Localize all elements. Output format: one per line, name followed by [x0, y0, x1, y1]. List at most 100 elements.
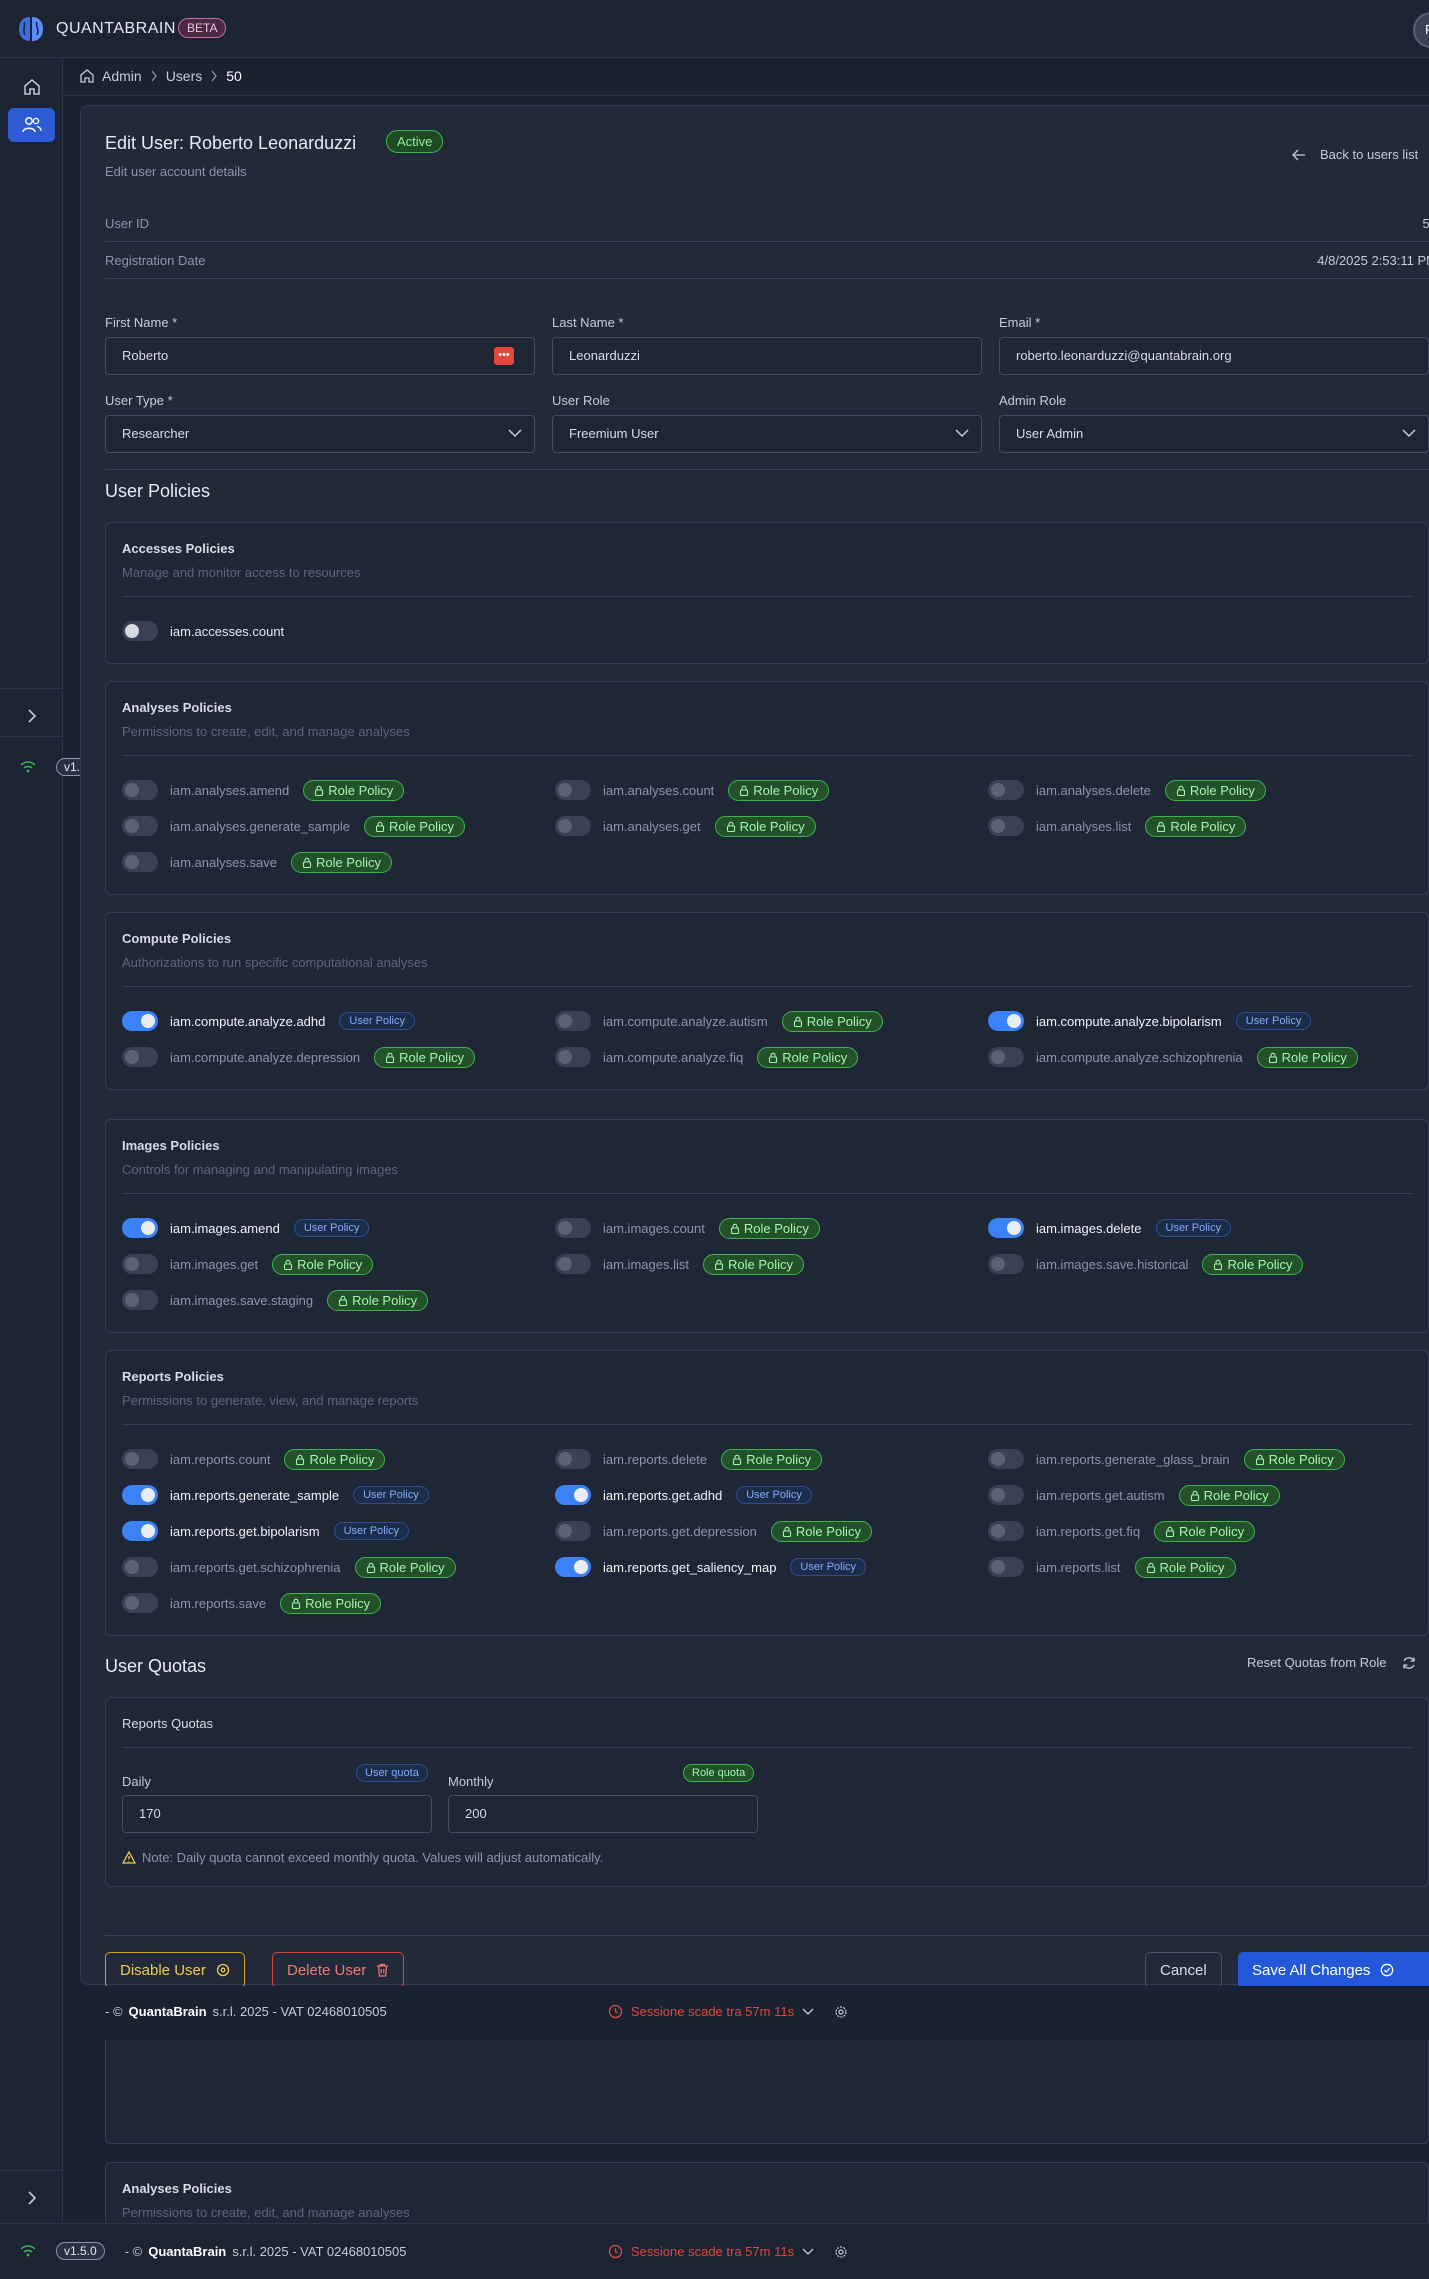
top-bar: QUANTABRAIN BETA F — [0, 0, 1429, 58]
user-avatar[interactable]: F — [1413, 12, 1429, 48]
policy-toggle[interactable] — [555, 1557, 591, 1577]
policy-toggle[interactable] — [555, 1521, 591, 1541]
users-icon — [21, 117, 42, 133]
policy-toggle[interactable] — [122, 1557, 158, 1577]
reset-quotas-button[interactable]: Reset Quotas from Role — [1247, 1655, 1416, 1670]
session-timer[interactable]: Sessione scade tra 57m 11s — [608, 2004, 848, 2019]
delete-user-label: Delete User — [287, 1961, 367, 1979]
daily-quota-input[interactable]: 170 — [122, 1795, 432, 1833]
delete-user-button[interactable]: Delete User — [272, 1952, 405, 1988]
policy-toggle[interactable] — [122, 1047, 158, 1067]
last-name-label: Last Name * — [552, 315, 624, 330]
policy-name: iam.images.get — [170, 1256, 259, 1272]
breadcrumb-users[interactable]: Users — [166, 68, 203, 84]
panel-title: Images Policies — [122, 1138, 220, 1153]
policy-toggle[interactable] — [988, 1449, 1024, 1469]
user-type-select[interactable]: Researcher — [105, 415, 535, 453]
policy-toggle[interactable] — [988, 1485, 1024, 1505]
policy-toggle[interactable] — [122, 1254, 158, 1274]
cancel-button[interactable]: Cancel — [1145, 1952, 1222, 1988]
policy-toggle[interactable] — [122, 1011, 158, 1031]
sidebar-item-home[interactable] — [8, 70, 55, 104]
monthly-quota-input[interactable]: 200 — [448, 1795, 758, 1833]
policy-toggle[interactable] — [122, 1449, 158, 1469]
lock-icon — [1157, 821, 1166, 832]
footer-copyright: - © QuantaBrain s.r.l. 2025 - VAT 024680… — [125, 2244, 407, 2259]
page-title: Edit User: Roberto Leonarduzzi — [105, 133, 357, 153]
breadcrumb-admin[interactable]: Admin — [102, 68, 142, 84]
policy-toggle[interactable] — [988, 1218, 1024, 1238]
policy-item: iam.images.delete User Policy — [988, 1216, 1232, 1240]
sidebar-item-users[interactable] — [8, 108, 55, 142]
policy-toggle[interactable] — [122, 852, 158, 872]
lock-icon — [366, 1562, 375, 1573]
policy-toggle[interactable] — [122, 816, 158, 836]
role-policy-label: Role Policy — [315, 854, 381, 870]
quota-note: Note: Daily quota cannot exceed monthly … — [122, 1850, 603, 1865]
disable-user-button[interactable]: Disable User — [105, 1952, 245, 1988]
policy-name: iam.images.amend — [170, 1220, 280, 1236]
policy-toggle[interactable] — [122, 1218, 158, 1238]
policy-toggle[interactable] — [555, 1254, 591, 1274]
policy-toggle[interactable] — [555, 780, 591, 800]
policy-name: iam.reports.get.depression — [603, 1523, 757, 1539]
panel-description: Permissions to generate, view, and manag… — [122, 1393, 419, 1408]
lock-icon — [1176, 785, 1185, 796]
policy-toggle[interactable] — [122, 1521, 158, 1541]
policy-toggle[interactable] — [122, 1290, 158, 1310]
breadcrumb: Admin Users 50 — [80, 68, 242, 84]
policy-item: iam.analyses.amend Role Policy — [122, 778, 405, 802]
policy-toggle[interactable] — [122, 621, 158, 641]
policy-toggle[interactable] — [988, 1011, 1024, 1031]
role-policy-badge: Role Policy — [354, 1556, 456, 1578]
registration-date-value: 4/8/2025 2:53:11 PM — [1317, 253, 1429, 268]
ban-icon — [216, 1963, 230, 1977]
lock-icon — [1255, 1454, 1264, 1465]
policy-item: iam.compute.analyze.fiq Role Policy — [555, 1045, 859, 1069]
settings-icon[interactable] — [834, 2005, 848, 2019]
sidebar-expand-button-bottom[interactable] — [20, 2186, 44, 2210]
policy-item: iam.reports.get.bipolarism User Policy — [122, 1519, 410, 1543]
policy-name: iam.reports.get.bipolarism — [170, 1523, 320, 1539]
sidebar — [0, 58, 63, 2279]
policy-item: iam.analyses.list Role Policy — [988, 814, 1247, 838]
admin-role-select[interactable]: User Admin — [999, 415, 1429, 453]
policy-toggle[interactable] — [555, 1485, 591, 1505]
last-name-input[interactable]: Leonarduzzi — [552, 337, 982, 375]
policy-toggle[interactable] — [988, 1047, 1024, 1067]
policy-toggle[interactable] — [555, 1011, 591, 1031]
policy-item: iam.reports.get.adhd User Policy — [555, 1483, 812, 1507]
policy-toggle[interactable] — [555, 1047, 591, 1067]
policy-toggle[interactable] — [555, 816, 591, 836]
sidebar-expand-button[interactable] — [20, 704, 44, 728]
policy-toggle[interactable] — [988, 1521, 1024, 1541]
policy-toggle[interactable] — [988, 1254, 1024, 1274]
user-role-select[interactable]: Freemium User — [552, 415, 982, 453]
policy-toggle[interactable] — [555, 1449, 591, 1469]
first-name-input[interactable]: Roberto ••• — [105, 337, 535, 375]
lock-icon — [1268, 1052, 1277, 1063]
policy-toggle[interactable] — [122, 1485, 158, 1505]
lock-icon — [769, 1052, 778, 1063]
role-policy-badge: Role Policy — [1154, 1520, 1256, 1542]
connection-status: v1.5.0 - © QuantaBrain s.r.l. 2025 - VAT… — [20, 2242, 406, 2260]
chevron-down-icon[interactable] — [802, 2008, 814, 2016]
policy-toggle[interactable] — [988, 780, 1024, 800]
policy-toggle[interactable] — [988, 1557, 1024, 1577]
user-id-value: 50 — [1422, 216, 1429, 231]
password-manager-icon[interactable]: ••• — [494, 347, 514, 365]
policy-toggle[interactable] — [988, 816, 1024, 836]
save-all-changes-button[interactable]: Save All Changes — [1238, 1952, 1429, 1988]
policy-toggle[interactable] — [122, 780, 158, 800]
panel-title: Analyses Policies — [122, 2181, 232, 2196]
user-role-value: Freemium User — [569, 426, 659, 441]
back-to-users-link[interactable]: Back to users list — [1292, 147, 1418, 162]
email-input[interactable]: roberto.leonarduzzi@quantabrain.org — [999, 337, 1429, 375]
session-timer[interactable]: Sessione scade tra 57m 11s — [608, 2244, 848, 2259]
policy-toggle[interactable] — [555, 1218, 591, 1238]
role-policy-label: Role Policy — [1159, 1559, 1225, 1575]
chevron-down-icon[interactable] — [802, 2248, 814, 2256]
settings-icon[interactable] — [834, 2245, 848, 2259]
policy-toggle[interactable] — [122, 1593, 158, 1613]
panel-title: Accesses Policies — [122, 541, 235, 556]
